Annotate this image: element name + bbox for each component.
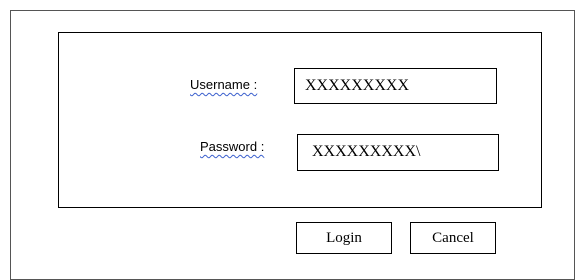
- cancel-button[interactable]: Cancel: [410, 222, 496, 254]
- login-button[interactable]: Login: [296, 222, 392, 254]
- username-label: Username :: [190, 77, 258, 92]
- password-field[interactable]: XXXXXXXXX\: [297, 134, 499, 171]
- password-label: Password :: [200, 139, 265, 154]
- login-panel: [58, 32, 542, 208]
- username-field[interactable]: XXXXXXXXX: [294, 68, 497, 104]
